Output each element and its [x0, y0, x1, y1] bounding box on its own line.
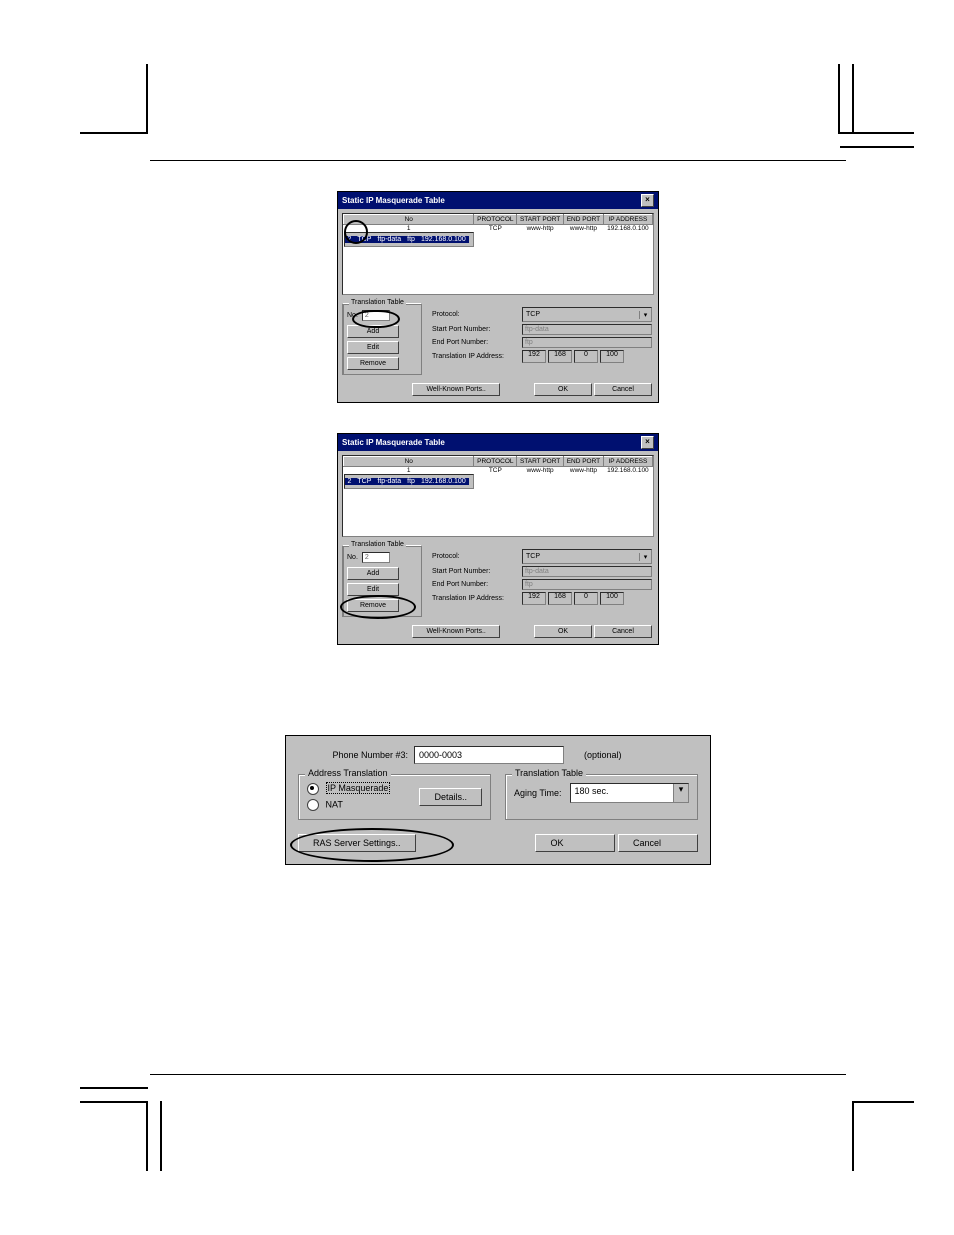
masq-table-list[interactable]: No PROTOCOL START PORT END PORT IP ADDRE…: [342, 455, 654, 537]
col-no[interactable]: No: [344, 457, 474, 467]
table-row[interactable]: 2 TCP ftp-data ftp 192.168.0.100: [344, 474, 474, 489]
protocol-select[interactable]: TCP ▾: [522, 549, 652, 564]
no-label: No.: [347, 554, 358, 561]
nat-radio[interactable]: [307, 799, 319, 811]
protocol-select[interactable]: TCP ▾: [522, 307, 652, 322]
ras-server-settings-button[interactable]: RAS Server Settings..: [298, 834, 416, 852]
ip-octet-3[interactable]: 0: [574, 592, 598, 605]
remove-button[interactable]: Remove: [347, 357, 399, 370]
col-no[interactable]: No: [344, 215, 474, 225]
well-known-ports-button[interactable]: Well-Known Ports..: [412, 383, 500, 396]
ip-octet-4[interactable]: 100: [600, 592, 624, 605]
phone-number-label: Phone Number #3:: [298, 750, 414, 760]
protocol-label: Protocol:: [432, 311, 522, 318]
remove-button[interactable]: Remove: [347, 599, 399, 612]
col-end-port[interactable]: END PORT: [564, 215, 604, 225]
translation-table-legend-2: Translation Table: [512, 768, 586, 778]
ip-octet-1[interactable]: 192: [522, 592, 546, 605]
col-start-port[interactable]: START PORT: [517, 215, 564, 225]
col-ip-address[interactable]: IP ADDRESS: [603, 215, 652, 225]
start-port-field[interactable]: ftp-data: [522, 566, 652, 577]
static-ip-masq-dialog-1: Static IP Masquerade Table × No PROTOCOL…: [337, 191, 659, 403]
no-field[interactable]: 2: [362, 310, 390, 321]
translation-ip-label: Translation IP Address:: [432, 353, 522, 360]
dialog-title: Static IP Masquerade Table: [342, 196, 445, 205]
address-translation-legend: Address Translation: [305, 768, 391, 778]
chevron-down-icon[interactable]: ▾: [639, 311, 651, 319]
start-port-label: Start Port Number:: [432, 326, 522, 333]
close-icon[interactable]: ×: [641, 194, 654, 207]
end-port-field[interactable]: ftp: [522, 337, 652, 348]
translation-table-legend: Translation Table: [349, 299, 406, 306]
table-row[interactable]: 1 TCP www-http www-http 192.168.0.100: [344, 467, 653, 475]
table-row[interactable]: 1 TCP www-http www-http 192.168.0.100: [344, 225, 653, 233]
dialog-titlebar: Static IP Masquerade Table ×: [338, 434, 658, 451]
table-row[interactable]: 2 TCP ftp-data ftp 192.168.0.100: [344, 232, 474, 247]
translation-ip-label: Translation IP Address:: [432, 595, 522, 602]
end-port-field[interactable]: ftp: [522, 579, 652, 590]
static-ip-masq-dialog-2: Static IP Masquerade Table × No PROTOCOL…: [337, 433, 659, 645]
cancel-button[interactable]: Cancel: [594, 625, 652, 638]
ip-octet-1[interactable]: 192: [522, 350, 546, 363]
no-label: No.: [347, 312, 358, 319]
start-port-field[interactable]: ftp-data: [522, 324, 652, 335]
details-button[interactable]: Details..: [419, 788, 482, 806]
well-known-ports-button[interactable]: Well-Known Ports..: [412, 625, 500, 638]
ok-button[interactable]: OK: [535, 834, 615, 852]
masq-table-list[interactable]: No PROTOCOL START PORT END PORT IP ADDRE…: [342, 213, 654, 295]
protocol-label: Protocol:: [432, 553, 522, 560]
chevron-down-icon[interactable]: ▾: [673, 784, 688, 802]
cancel-button[interactable]: Cancel: [618, 834, 698, 852]
col-protocol[interactable]: PROTOCOL: [474, 215, 517, 225]
ip-octet-2[interactable]: 168: [548, 592, 572, 605]
phone-number-field[interactable]: [414, 746, 564, 764]
dialog-titlebar: Static IP Masquerade Table ×: [338, 192, 658, 209]
col-start-port[interactable]: START PORT: [517, 457, 564, 467]
optional-label: (optional): [584, 750, 622, 760]
ok-button[interactable]: OK: [534, 383, 592, 396]
ok-button[interactable]: OK: [534, 625, 592, 638]
aging-time-select[interactable]: 180 sec.: [571, 784, 673, 802]
ip-octet-4[interactable]: 100: [600, 350, 624, 363]
chevron-down-icon[interactable]: ▾: [639, 553, 651, 561]
edit-button[interactable]: Edit: [347, 341, 399, 354]
dialog-title: Static IP Masquerade Table: [342, 438, 445, 447]
ip-octet-2[interactable]: 168: [548, 350, 572, 363]
connection-settings-dialog: Phone Number #3: (optional) Address Tran…: [285, 735, 711, 865]
add-button[interactable]: Add: [347, 325, 399, 338]
col-end-port[interactable]: END PORT: [564, 457, 604, 467]
ip-masquerade-label[interactable]: IP Masquerade: [326, 782, 391, 794]
aging-time-label: Aging Time:: [514, 788, 562, 798]
col-protocol[interactable]: PROTOCOL: [474, 457, 517, 467]
end-port-label: End Port Number:: [432, 581, 522, 588]
no-field[interactable]: 2: [362, 552, 390, 563]
nat-label[interactable]: NAT: [326, 799, 343, 809]
edit-button[interactable]: Edit: [347, 583, 399, 596]
col-ip-address[interactable]: IP ADDRESS: [603, 457, 652, 467]
end-port-label: End Port Number:: [432, 339, 522, 346]
ip-octet-3[interactable]: 0: [574, 350, 598, 363]
cancel-button[interactable]: Cancel: [594, 383, 652, 396]
translation-table-legend: Translation Table: [349, 541, 406, 548]
start-port-label: Start Port Number:: [432, 568, 522, 575]
ip-masquerade-radio[interactable]: [307, 783, 319, 795]
close-icon[interactable]: ×: [641, 436, 654, 449]
add-button[interactable]: Add: [347, 567, 399, 580]
